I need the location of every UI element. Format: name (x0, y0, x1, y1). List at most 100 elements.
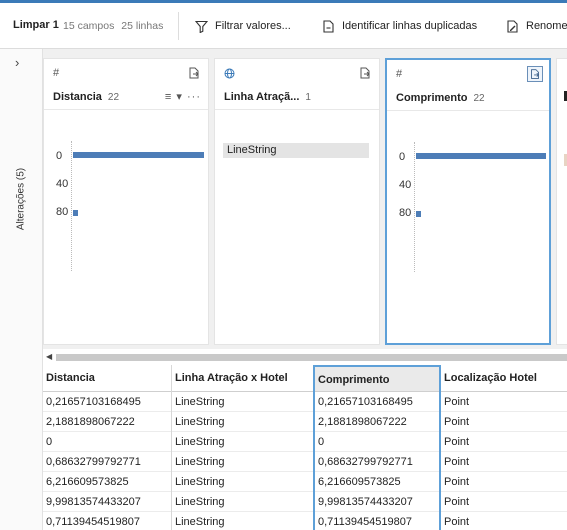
changes-label: Alterações (5) (15, 167, 27, 231)
data-grid: Distancia 0,21657103168495 2,18818980672… (43, 365, 567, 530)
grid-cell[interactable]: 0,71139454519807 (315, 512, 439, 530)
field-count-badge: 22 (473, 93, 485, 104)
profile-card-comprimento[interactable]: # Comprimento 22 0 40 80 (385, 58, 551, 345)
filter-icon (195, 20, 208, 33)
grid-cell[interactable]: Point (441, 452, 567, 472)
export-icon[interactable] (188, 67, 200, 79)
grid-cell[interactable]: 9,99813574433207 (43, 492, 171, 512)
identify-duplicates-button[interactable]: Identificar linhas duplicadas (322, 18, 477, 34)
histogram-bar[interactable] (416, 211, 421, 217)
grid-cell[interactable]: 0,21657103168495 (43, 392, 171, 412)
histogram-tick: 40 (399, 179, 412, 191)
grid-cell[interactable]: LineString (172, 492, 314, 512)
field-name: Comprimento 22 (396, 92, 485, 104)
rename-icon (507, 19, 518, 33)
histogram-bar[interactable] (73, 152, 204, 158)
grid-column-localizacao-hotel[interactable]: Localização Hotel Point Point Point Poin… (441, 365, 567, 530)
grid-cell[interactable]: LineString (172, 432, 314, 452)
profile-card-distancia[interactable]: # Distancia 22 ≡ ▾ ··· 0 40 80 (43, 58, 209, 345)
duplicate-rows-icon (323, 19, 334, 33)
grid-cell[interactable]: LineString (172, 472, 314, 492)
step-name: Limpar 1 (13, 19, 59, 31)
horizontal-scrollbar[interactable]: ◀ (43, 349, 567, 365)
grid-cell[interactable]: Point (441, 412, 567, 432)
histogram-axis (414, 142, 415, 272)
toolbar-divider (178, 12, 179, 40)
changes-panel-rail: › Alterações (5) (0, 49, 43, 530)
grid-cell[interactable]: 6,216609573825 (43, 472, 171, 492)
field-count-badge: 22 (107, 92, 120, 103)
histogram-tick: 40 (56, 178, 69, 190)
grid-cell[interactable]: LineString (172, 512, 314, 530)
grid-cell[interactable]: Point (441, 492, 567, 512)
grid-column-comprimento[interactable]: Comprimento 0,21657103168495 2,188189806… (313, 365, 441, 530)
grid-cell[interactable]: 0,68632799792771 (43, 452, 171, 472)
profile-pane: # Distancia 22 ≡ ▾ ··· 0 40 80 Linha Atra… (43, 49, 567, 349)
grid-cell[interactable]: LineString (172, 452, 314, 472)
scroll-left-icon[interactable]: ◀ (46, 352, 52, 361)
grid-cell[interactable]: Point (441, 392, 567, 412)
column-header[interactable]: Distancia (43, 365, 171, 392)
field-title: Linha Atraçã... (224, 91, 300, 103)
grid-cell[interactable]: 0,71139454519807 (43, 512, 171, 530)
card-divider (215, 109, 379, 110)
export-icon[interactable] (359, 67, 371, 79)
grid-cell[interactable]: 0,21657103168495 (315, 392, 439, 412)
histogram-tick: 80 (56, 206, 69, 218)
grid-column-linha-atracao[interactable]: Linha Atração x Hotel LineString LineStr… (171, 365, 314, 530)
histogram-tick: 0 (399, 151, 406, 163)
field-name: Distancia 22 (53, 91, 119, 103)
step-meta: 15 campos 25 linhas (63, 20, 167, 32)
profile-card-linha-atracao[interactable]: Linha Atraçã... 1 LineString (214, 58, 380, 345)
clean-step-toolbar: Limpar 1 15 campos 25 linhas Filtrar val… (0, 0, 567, 49)
field-count: 15 campos (63, 20, 115, 32)
export-icon[interactable] (527, 66, 543, 82)
grid-cell[interactable]: 9,99813574433207 (315, 492, 439, 512)
changes-panel-toggle[interactable]: Alterações (5) (1, 144, 41, 254)
chevron-down-icon[interactable]: ▾ (176, 91, 183, 103)
more-options-icon[interactable]: ··· (187, 91, 201, 103)
grid-cell[interactable]: 0,68632799792771 (315, 452, 439, 472)
identify-duplicates-label: Identificar linhas duplicadas (342, 20, 478, 32)
field-title: Distancia (53, 91, 102, 103)
filter-values-button[interactable]: Filtrar valores... (195, 18, 291, 34)
grid-cell[interactable]: 0 (315, 432, 439, 452)
profile-card-localizacao[interactable] (556, 58, 567, 345)
grid-cell[interactable]: Point (441, 472, 567, 492)
number-type-icon[interactable]: # (396, 68, 402, 80)
histogram: 0 40 80 (387, 120, 549, 330)
grid-column-distancia[interactable]: Distancia 0,21657103168495 2,18818980672… (43, 365, 171, 530)
field-name: Linha Atraçã... 1 (224, 91, 311, 103)
grid-cell[interactable]: 6,216609573825 (315, 472, 439, 492)
column-header[interactable]: Linha Atração x Hotel (172, 365, 314, 392)
scroll-thumb[interactable] (56, 354, 567, 361)
globe-icon[interactable] (224, 68, 235, 79)
rename-button[interactable]: Renomea (506, 18, 567, 34)
expand-chevron-icon[interactable]: › (15, 55, 19, 70)
filter-values-label: Filtrar valores... (215, 20, 291, 32)
histogram: 0 40 80 (44, 119, 208, 329)
grid-cell[interactable]: 2,1881898067222 (43, 412, 171, 432)
grid-cell[interactable]: LineString (172, 412, 314, 432)
card-toolbar: ≡ ▾ ··· (165, 90, 201, 103)
rename-label: Renomea (526, 20, 567, 32)
column-header[interactable]: Comprimento (315, 365, 439, 392)
column-header[interactable]: Localização Hotel (441, 365, 567, 392)
histogram-axis (71, 141, 72, 271)
card-divider (387, 110, 549, 111)
grid-cell[interactable]: LineString (172, 392, 314, 412)
field-title: Comprimento (396, 92, 468, 104)
card-divider (44, 109, 208, 110)
row-count: 25 linhas (121, 20, 164, 32)
grid-cell[interactable]: 2,1881898067222 (315, 412, 439, 432)
histogram-bar[interactable] (73, 210, 78, 216)
value-bar[interactable]: LineString (223, 143, 369, 158)
grid-cell[interactable]: Point (441, 432, 567, 452)
number-type-icon[interactable]: # (53, 67, 59, 79)
field-count-badge: 1 (305, 92, 311, 103)
histogram-tick: 80 (399, 207, 412, 219)
histogram-bar[interactable] (416, 153, 546, 159)
grid-cell[interactable]: 0 (43, 432, 171, 452)
sort-icon[interactable]: ≡ (165, 91, 172, 103)
grid-cell[interactable]: Point (441, 512, 567, 530)
